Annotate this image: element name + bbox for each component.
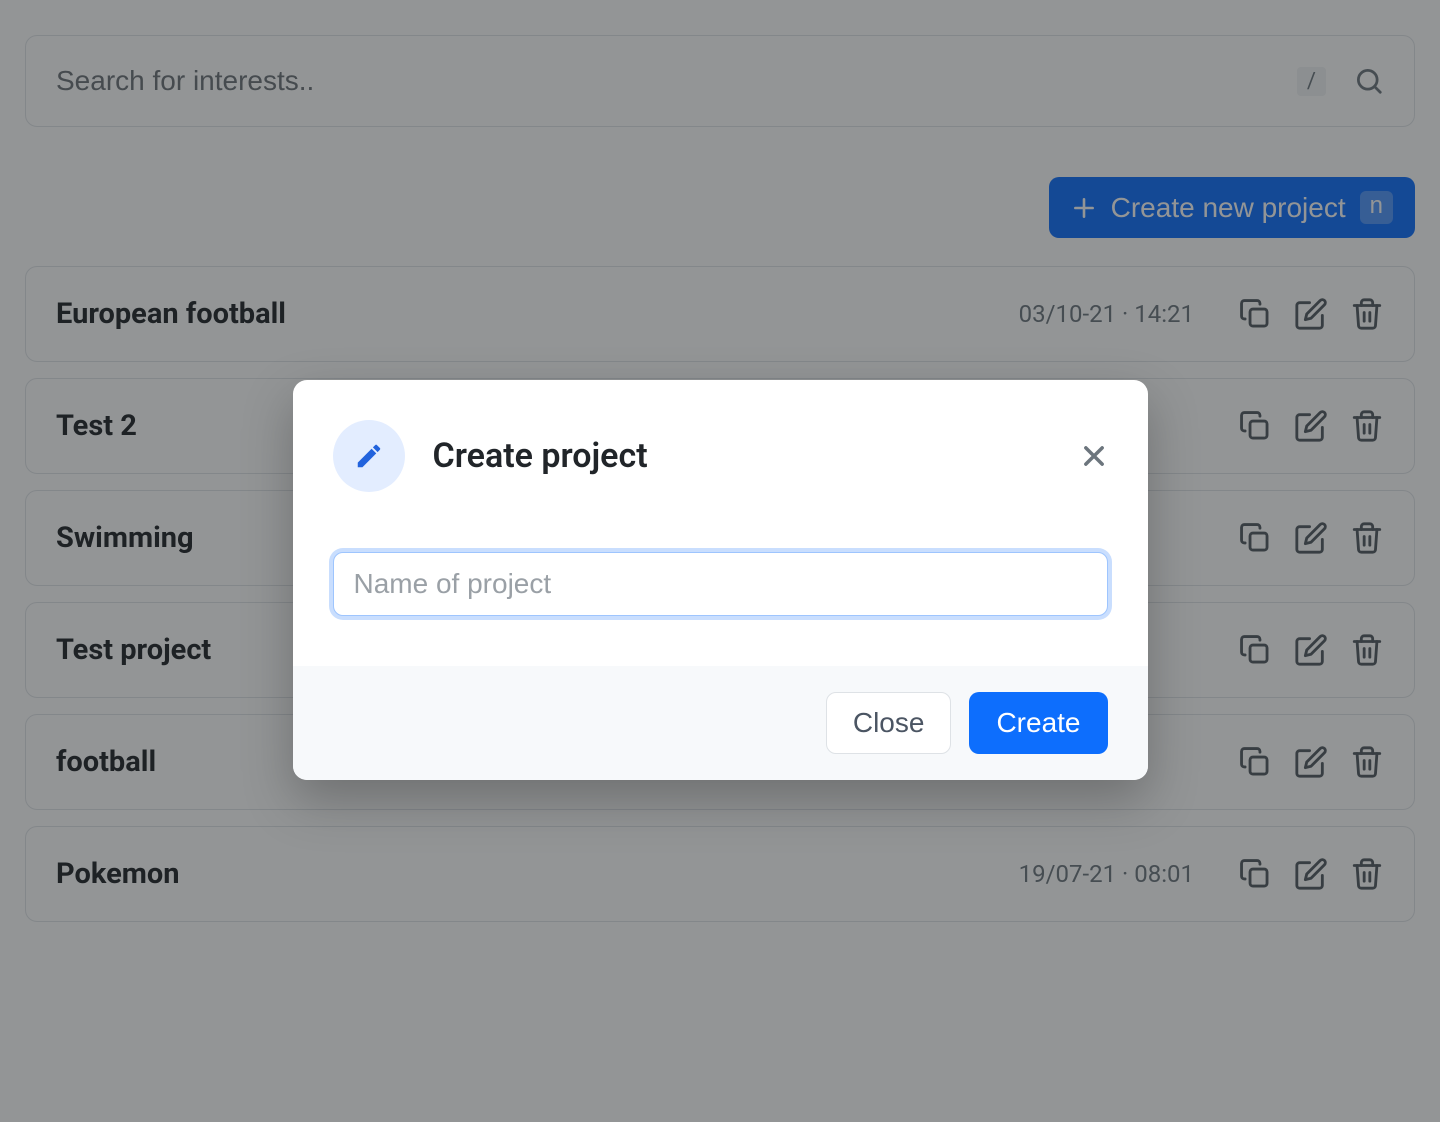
pencil-icon <box>333 420 405 492</box>
modal-body <box>293 512 1148 666</box>
close-icon[interactable] <box>1080 442 1108 470</box>
project-name-input[interactable] <box>333 552 1108 616</box>
modal-footer: Close Create <box>293 666 1148 780</box>
modal-overlay[interactable]: Create project Close Create <box>0 0 1440 1122</box>
create-button[interactable]: Create <box>969 692 1107 754</box>
modal-header: Create project <box>293 380 1148 512</box>
create-project-modal: Create project Close Create <box>293 380 1148 780</box>
modal-title: Create project <box>433 436 1080 476</box>
close-button[interactable]: Close <box>826 692 952 754</box>
